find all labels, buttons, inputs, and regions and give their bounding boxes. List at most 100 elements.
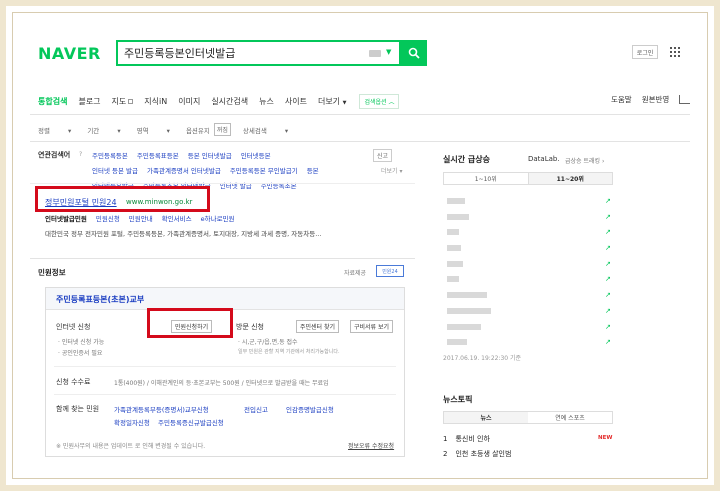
trend-up-icon: ↗ bbox=[605, 338, 611, 347]
tab-map[interactable]: 지도 bbox=[112, 96, 134, 107]
original-reflect-link[interactable]: 원본반영 bbox=[642, 94, 670, 105]
related-keyword[interactable]: 등본 인터넷발급 bbox=[188, 150, 232, 160]
civil-info-card: 주민등록표등본(초본)교부 인터넷 신청 민원신청하기 · 인터넷 신청 가능 … bbox=[45, 287, 405, 457]
list-item[interactable]: ↗ bbox=[443, 320, 613, 336]
related-keyword[interactable]: 주민등록등본 bbox=[92, 150, 128, 160]
search-input[interactable] bbox=[124, 44, 354, 62]
area-filter[interactable]: 영역 ▾ bbox=[137, 125, 170, 135]
tab-more[interactable]: 더보기 ▼ bbox=[318, 96, 347, 107]
sitelink-apply[interactable]: 민원신청 bbox=[96, 213, 120, 223]
data-provider-label: 자료제공 bbox=[344, 270, 367, 277]
sitelink-internet-issue[interactable]: 인터넷발급민원 bbox=[45, 213, 87, 223]
divider bbox=[54, 366, 396, 367]
related-keyword[interactable]: 가족관계증명서 인터넷발급 bbox=[147, 165, 221, 175]
online-note: · 인터넷 신청 가능 bbox=[58, 339, 105, 346]
minwon24-logo[interactable]: 민원24 bbox=[376, 265, 404, 277]
divider bbox=[54, 394, 396, 395]
list-item[interactable]: ↗ bbox=[443, 304, 613, 320]
blurred-keyword bbox=[447, 198, 465, 204]
related-keyword[interactable]: 주민등록표등본 bbox=[137, 150, 179, 160]
report-button[interactable]: 신고 bbox=[373, 149, 393, 162]
online-apply-label: 인터넷 신청 bbox=[56, 323, 91, 331]
related-keyword[interactable]: 인터넷 발급 bbox=[220, 180, 252, 190]
datalab-link[interactable]: DataLab. bbox=[528, 155, 560, 163]
report-error-link[interactable]: 정보오류 수정요청 bbox=[348, 441, 394, 450]
option-keep-label: 옵션유지 bbox=[185, 126, 210, 135]
trend-tracking-link[interactable]: 급상승 트래킹 › bbox=[565, 156, 604, 165]
help-link[interactable]: 도움말 bbox=[611, 94, 632, 105]
realtime-title: 실시간 급상승 bbox=[443, 155, 490, 164]
list-item[interactable]: ↗ bbox=[443, 241, 613, 257]
related-civil-link[interactable]: 주민등록증신규발급신청 bbox=[158, 417, 224, 427]
related-keyword[interactable]: 주민등록초본 bbox=[261, 180, 297, 190]
tab-blog[interactable]: 블로그 bbox=[78, 96, 100, 107]
tab-entertainment-sports[interactable]: 연예 스포츠 bbox=[528, 412, 612, 423]
naver-logo[interactable]: NAVER bbox=[38, 44, 101, 63]
news-item[interactable]: 2 인천 초등생 살인범 bbox=[443, 449, 511, 459]
related-keyword[interactable]: 등본 bbox=[307, 165, 319, 175]
search-box[interactable]: ▼ bbox=[116, 40, 401, 66]
news-item[interactable]: 1 통신비 인하 bbox=[443, 434, 490, 444]
tab-kin[interactable]: 지식iN bbox=[144, 96, 167, 107]
list-item[interactable]: ↗ bbox=[443, 225, 613, 241]
search-button[interactable] bbox=[401, 40, 427, 66]
chevron-down-icon: ▼ bbox=[342, 99, 347, 106]
divider bbox=[30, 183, 415, 184]
related-keyword[interactable]: 인터넷 등본 발급 bbox=[92, 165, 138, 175]
period-filter[interactable]: 기간 ▾ bbox=[87, 125, 120, 135]
find-center-button[interactable]: 주민센터 찾기 bbox=[296, 320, 340, 333]
related-keyword[interactable]: 주민등록등본 무인발급기 bbox=[230, 165, 298, 175]
list-item[interactable]: ↗ bbox=[443, 288, 613, 304]
app-grid-icon[interactable] bbox=[670, 47, 680, 57]
login-button[interactable]: 로그인 bbox=[632, 45, 658, 59]
more-button[interactable]: 더보기 ▾ bbox=[381, 166, 402, 175]
list-item[interactable]: ↗ bbox=[443, 210, 613, 226]
trend-up-icon: ↗ bbox=[605, 212, 611, 221]
search-icon bbox=[408, 47, 420, 59]
list-item[interactable]: ↗ bbox=[443, 335, 613, 351]
sort-filter[interactable]: 정렬 ▾ bbox=[38, 125, 71, 135]
related-civil-link[interactable]: 인감증명발급신청 bbox=[286, 404, 334, 414]
related-civil-link[interactable]: 가족관계등록부등(증명서)교부신청 bbox=[114, 404, 209, 414]
related-keyword[interactable]: 인터넷등본 bbox=[241, 150, 271, 160]
related-civil-link[interactable]: 확정일자신청 bbox=[114, 417, 150, 427]
tab-rank-1-10[interactable]: 1~10위 bbox=[444, 173, 528, 184]
related-civil-label: 함께 찾는 민원 bbox=[56, 405, 100, 413]
option-keep-toggle[interactable]: 꺼짐 bbox=[213, 123, 231, 136]
search-option-button[interactable]: 검색옵션 ︿ bbox=[359, 93, 400, 109]
site-sublinks: 인터넷발급민원 민원신청 민원안내 확인서비스 e하나로민원 bbox=[45, 213, 244, 223]
highlight-box bbox=[35, 186, 210, 212]
visit-note: 일부 민원은 관할 지역 기관에서 처리가능합니다. bbox=[238, 349, 340, 355]
tab-news[interactable]: 뉴스 bbox=[444, 412, 528, 423]
highlight-box bbox=[147, 308, 233, 338]
blurred-keyword bbox=[447, 276, 459, 283]
tab-site[interactable]: 사이트 bbox=[285, 96, 307, 107]
tab-realtime[interactable]: 실시간검색 bbox=[211, 96, 248, 107]
tab-image[interactable]: 이미지 bbox=[178, 96, 200, 107]
tab-rank-11-20[interactable]: 11~20위 bbox=[527, 173, 612, 184]
tab-all[interactable]: 통합검색 bbox=[38, 96, 67, 107]
blurred-keyword bbox=[447, 307, 491, 314]
related-row: 주민등록등본 주민등록표등본 등본 인터넷발급 인터넷등본 bbox=[92, 150, 348, 160]
keyboard-icon[interactable] bbox=[369, 50, 381, 57]
search-tabs: 통합검색 블로그 지도 지식iN 이미지 실시간검색 뉴스 사이트 더보기 ▼ … bbox=[38, 93, 400, 109]
list-item[interactable]: ↗ bbox=[443, 272, 613, 288]
fee-value: 1통(400원) / 이해관계인의 등·초본교부는 500원 / 인터넷으로 발… bbox=[114, 380, 329, 387]
chevron-up-icon: ︿ bbox=[388, 98, 395, 106]
list-item[interactable]: ↗ bbox=[443, 257, 613, 273]
sitelink-guide[interactable]: 민원안내 bbox=[129, 213, 153, 223]
related-civil-link[interactable]: 전입신고 bbox=[244, 404, 268, 414]
chevron-down-icon[interactable]: ▼ bbox=[386, 48, 391, 56]
tab-news[interactable]: 뉴스 bbox=[259, 96, 274, 107]
sitelink-ehanaro[interactable]: e하나로민원 bbox=[201, 213, 235, 223]
help-icon[interactable]: ? bbox=[79, 151, 82, 158]
detail-search-filter[interactable]: 상세검색 ▾ bbox=[243, 125, 288, 135]
trend-up-icon: ↗ bbox=[605, 244, 611, 253]
share-icon[interactable] bbox=[679, 95, 691, 104]
view-docs-button[interactable]: 구비서류 보기 bbox=[350, 320, 394, 333]
divider bbox=[30, 258, 415, 259]
list-item[interactable]: ↗ bbox=[443, 194, 613, 210]
card-title[interactable]: 주민등록표등본(초본)교부 bbox=[56, 294, 144, 305]
sitelink-verify[interactable]: 확인서비스 bbox=[162, 213, 192, 223]
trend-up-icon: ↗ bbox=[605, 291, 611, 300]
